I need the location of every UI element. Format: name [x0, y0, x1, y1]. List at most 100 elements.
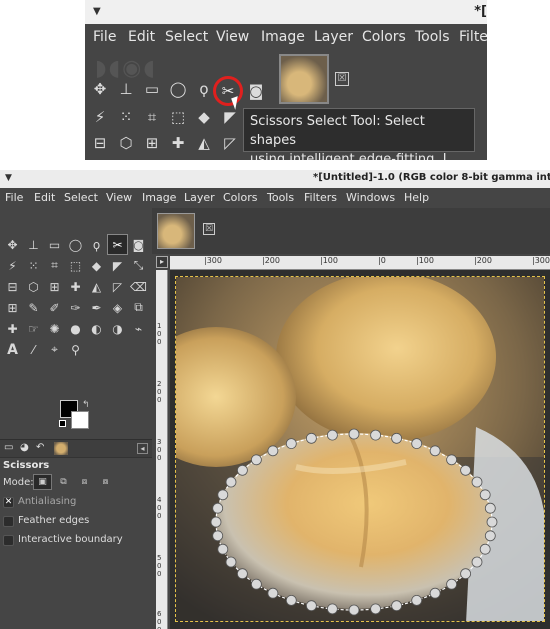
- scissors-control-node[interactable]: [370, 429, 382, 441]
- rect-select-icon[interactable]: ▭: [141, 78, 163, 100]
- color-picker-icon[interactable]: ⁄: [23, 339, 44, 360]
- mode-replace-button[interactable]: ▣: [33, 474, 52, 490]
- scissors-control-node[interactable]: [348, 428, 360, 440]
- by-color-select-icon[interactable]: ⁙: [115, 106, 137, 128]
- menu-view[interactable]: View: [106, 191, 132, 204]
- bucket-fill-icon[interactable]: ◭: [193, 132, 215, 154]
- menu-view[interactable]: View: [216, 29, 249, 45]
- unified-transform-icon[interactable]: ⬚: [167, 106, 189, 128]
- menu-colors[interactable]: Colors: [362, 29, 406, 45]
- scissors-control-node[interactable]: [305, 432, 317, 444]
- scissors-control-node[interactable]: [267, 587, 279, 599]
- scissors-control-node[interactable]: [251, 578, 262, 590]
- rect-select-icon[interactable]: ▭: [44, 234, 65, 255]
- move-icon[interactable]: ✥: [2, 234, 23, 255]
- blend-icon[interactable]: ◸: [107, 276, 128, 297]
- interactive-boundary-checkbox[interactable]: [3, 535, 14, 546]
- menu-filters[interactable]: Filte: [459, 29, 487, 45]
- free-select-icon[interactable]: ϙ: [193, 78, 215, 100]
- scissors-control-node[interactable]: [225, 476, 237, 488]
- scissors-control-node[interactable]: [217, 543, 229, 555]
- crop-icon[interactable]: ⌗: [141, 106, 163, 128]
- fuzzy-select-icon[interactable]: ⚡: [2, 255, 23, 276]
- dock-menu-icon[interactable]: ◂: [137, 443, 148, 454]
- clone-icon[interactable]: ⧉: [128, 297, 149, 318]
- scissors-control-node[interactable]: [484, 502, 496, 514]
- fuzzy-select-icon[interactable]: ⚡: [89, 106, 111, 128]
- perspective-icon[interactable]: ⬡: [23, 276, 44, 297]
- eraser-icon[interactable]: ⌫: [128, 276, 149, 297]
- scissors-control-node[interactable]: [237, 568, 248, 580]
- cage-transform-icon[interactable]: ✚: [167, 132, 189, 154]
- menu-file[interactable]: File: [5, 191, 23, 204]
- quick-mask-corner-icon[interactable]: ▸: [156, 256, 168, 268]
- mypaint-icon[interactable]: ◈: [107, 297, 128, 318]
- menu-tools[interactable]: Tools: [415, 29, 450, 45]
- scissors-control-node[interactable]: [460, 568, 472, 580]
- move-icon[interactable]: ✥: [89, 78, 111, 100]
- ellipse-select-icon[interactable]: ◯: [167, 78, 189, 100]
- ellipse-select-icon[interactable]: ◯: [65, 234, 86, 255]
- scissors-control-node[interactable]: [237, 464, 248, 476]
- unified-transform-icon[interactable]: ⬚: [65, 255, 86, 276]
- image-tab-thumbnail[interactable]: [157, 213, 195, 249]
- foreground-select-icon[interactable]: ◙: [245, 80, 267, 102]
- window-menu-arrow-icon[interactable]: ▼: [5, 173, 12, 183]
- scissors-control-node[interactable]: [285, 594, 297, 606]
- close-tab-icon[interactable]: ☒: [335, 72, 349, 86]
- feather-edges-checkbox[interactable]: [3, 516, 14, 527]
- scissors-select-icon[interactable]: ✂: [107, 234, 128, 255]
- close-tab-icon[interactable]: ☒: [203, 223, 215, 235]
- scissors-control-node[interactable]: [225, 556, 237, 568]
- images-tab-icon[interactable]: [54, 442, 68, 455]
- scissors-control-node[interactable]: [285, 438, 297, 450]
- paintbrush-icon[interactable]: ✎: [23, 297, 44, 318]
- free-select-icon[interactable]: ϙ: [86, 234, 107, 255]
- window-menu-arrow-icon[interactable]: ▼: [93, 6, 101, 17]
- menu-windows[interactable]: Windows: [346, 191, 395, 204]
- menu-image[interactable]: Image: [142, 191, 176, 204]
- antialiasing-checkbox[interactable]: ✕: [3, 497, 14, 508]
- grid-icon[interactable]: ⊞: [44, 276, 65, 297]
- default-colors-icon[interactable]: [59, 420, 66, 427]
- scissors-control-node[interactable]: [348, 604, 360, 616]
- scissors-control-node[interactable]: [217, 489, 229, 501]
- scissors-control-node[interactable]: [212, 530, 224, 542]
- perspective-icon[interactable]: ⬡: [115, 132, 137, 154]
- scissors-control-node[interactable]: [305, 600, 317, 612]
- scissors-control-node[interactable]: [429, 587, 441, 599]
- scissors-control-node[interactable]: [460, 464, 472, 476]
- swap-colors-icon[interactable]: ↰: [82, 400, 90, 410]
- menu-help[interactable]: Help: [404, 191, 429, 204]
- align-icon[interactable]: ⊥: [23, 234, 44, 255]
- text-grid-icon[interactable]: ⊟: [2, 276, 23, 297]
- scissors-control-node[interactable]: [391, 432, 403, 444]
- scissors-control-node[interactable]: [479, 543, 491, 555]
- text-grid-icon[interactable]: ⊟: [89, 132, 111, 154]
- pencil-icon[interactable]: ✐: [44, 297, 65, 318]
- undo-history-tab-icon[interactable]: ↶: [36, 442, 44, 453]
- scissors-control-node[interactable]: [446, 454, 458, 466]
- menu-layer[interactable]: Layer: [184, 191, 215, 204]
- path-icon[interactable]: ⌁: [128, 318, 149, 339]
- zoom-icon[interactable]: ⚲: [65, 339, 86, 360]
- menu-tools[interactable]: Tools: [267, 191, 294, 204]
- tool-options-tab-icon[interactable]: ▭: [4, 442, 13, 453]
- menu-select[interactable]: Select: [64, 191, 98, 204]
- scissors-control-node[interactable]: [210, 516, 222, 528]
- text-icon[interactable]: A: [2, 339, 23, 360]
- mode-add-button[interactable]: ⧉: [54, 474, 73, 490]
- crop-icon[interactable]: ⌗: [44, 255, 65, 276]
- flip-icon[interactable]: ◤: [107, 255, 128, 276]
- mode-subtract-button[interactable]: ⧈: [75, 474, 94, 490]
- burn-icon[interactable]: ◑: [107, 318, 128, 339]
- background-color-swatch[interactable]: [71, 411, 89, 429]
- drop-icon[interactable]: ●: [65, 318, 86, 339]
- menu-edit[interactable]: Edit: [128, 29, 155, 45]
- scissors-control-node[interactable]: [251, 454, 262, 466]
- menu-select[interactable]: Select: [165, 29, 208, 45]
- grid-view-icon[interactable]: ⊞: [2, 297, 23, 318]
- scissors-control-node[interactable]: [484, 530, 496, 542]
- scissors-control-node[interactable]: [446, 578, 458, 590]
- grid-icon[interactable]: ⊞: [141, 132, 163, 154]
